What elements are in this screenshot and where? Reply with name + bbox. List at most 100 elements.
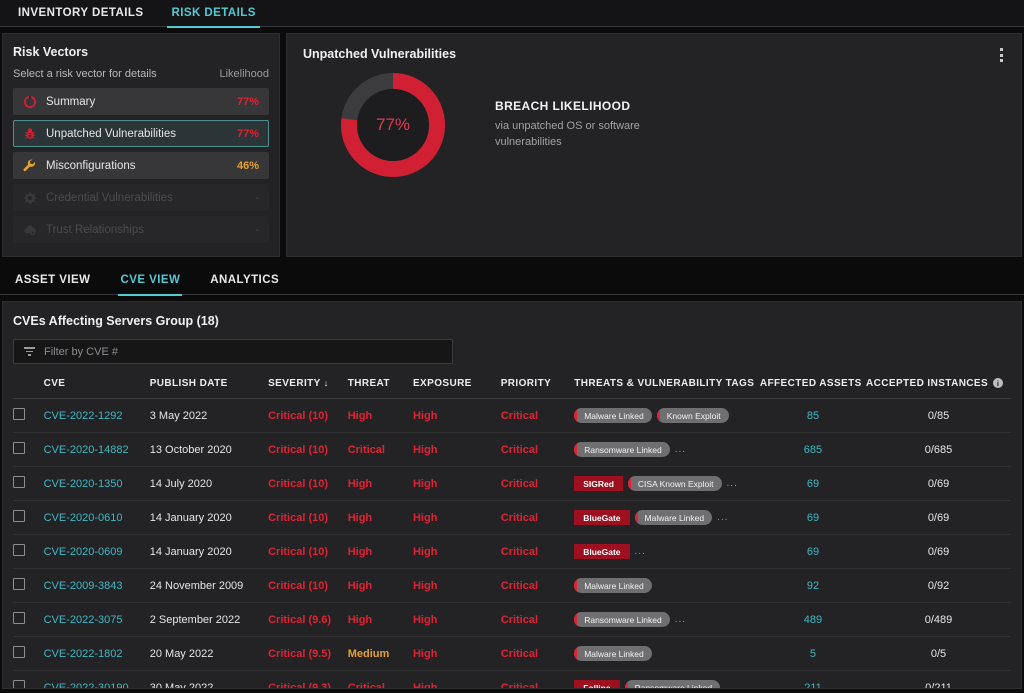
cve-id-cell: CVE-2020-0609: [43, 534, 150, 569]
cve-id-cell: CVE-2022-1292: [43, 398, 150, 433]
cve-link[interactable]: CVE-2020-0609: [44, 546, 123, 558]
tag-pill[interactable]: Malware Linked: [574, 408, 652, 423]
row-checkbox[interactable]: [13, 408, 25, 420]
severity-cell: Critical (10): [268, 534, 348, 569]
publish-date-cell: 3 May 2022: [149, 398, 269, 433]
threat-cell: High: [347, 602, 413, 637]
row-checkbox[interactable]: [13, 442, 25, 454]
column-header-accepted-instances[interactable]: ACCEPTED INSTANCES i: [866, 378, 1011, 399]
column-header-exposure[interactable]: EXPOSURE: [412, 378, 501, 399]
table-row[interactable]: CVE-2022-30190 30 May 2022 Critical (9.3) C…: [13, 670, 1011, 689]
risk-vector-item-unpatched-vulnerabilities[interactable]: Unpatched Vulnerabilities 77%: [13, 120, 269, 147]
cve-link[interactable]: CVE-2022-30190: [44, 682, 129, 689]
cve-link[interactable]: CVE-2022-1802: [44, 648, 123, 660]
row-checkbox[interactable]: [13, 680, 25, 688]
cve-link[interactable]: CVE-2020-1350: [44, 478, 123, 490]
more-tags-ellipsis[interactable]: ...: [675, 614, 686, 625]
tag-pill[interactable]: Malware Linked: [634, 510, 713, 525]
table-row[interactable]: CVE-2020-14882 13 October 2020 Critical (1…: [13, 432, 1011, 467]
accepted-instances-cell: 0/85: [866, 398, 1011, 433]
row-checkbox[interactable]: [13, 612, 25, 624]
row-checkbox[interactable]: [13, 578, 25, 590]
column-header-threat-tags[interactable]: THREATS & VULNERABILITY TAGS: [574, 378, 760, 399]
publish-date-cell: 30 May 2022: [149, 670, 269, 688]
publish-date-cell: 14 January 2020: [149, 500, 269, 535]
column-header-cve[interactable]: CVE: [43, 378, 150, 399]
table-row[interactable]: CVE-2009-3843 24 November 2009 Critical (1…: [13, 568, 1011, 603]
row-checkbox[interactable]: [13, 476, 25, 488]
column-header-publish-date[interactable]: PUBLISH DATE: [149, 378, 269, 399]
cve-filter-box[interactable]: [13, 339, 453, 364]
tab-analytics[interactable]: ANALYTICS: [195, 263, 294, 295]
affected-assets-value[interactable]: 85: [807, 410, 819, 422]
cve-filter-input[interactable]: [44, 345, 442, 358]
row-checkbox[interactable]: [13, 544, 25, 556]
column-header-priority[interactable]: PRIORITY: [500, 378, 575, 399]
affected-assets-value[interactable]: 489: [804, 614, 822, 626]
exposure-cell: High: [412, 602, 501, 637]
tag-pill[interactable]: Malware Linked: [574, 646, 652, 661]
affected-assets-value[interactable]: 69: [807, 478, 819, 490]
affected-assets-value[interactable]: 69: [807, 512, 819, 524]
tag-solid[interactable]: SIGRed: [574, 476, 623, 491]
cve-link[interactable]: CVE-2022-3075: [44, 614, 123, 626]
tab-asset-view[interactable]: ASSET VIEW: [0, 263, 105, 295]
tag-pill[interactable]: Known Exploit: [656, 408, 729, 423]
priority-value: Critical: [500, 443, 539, 456]
affected-assets-value[interactable]: 92: [807, 580, 819, 592]
column-header-affected-assets[interactable]: AFFECTED ASSETS: [759, 378, 867, 399]
cve-table-title: CVEs Affecting Servers Group (18): [13, 314, 219, 328]
threat-cell: High: [347, 568, 413, 603]
more-tags-ellipsis[interactable]: ...: [635, 546, 646, 557]
more-tags-ellipsis[interactable]: ...: [675, 444, 686, 455]
more-tags-ellipsis[interactable]: ...: [725, 682, 736, 688]
column-header-severity[interactable]: SEVERITY ↓: [268, 378, 348, 399]
more-tags-ellipsis[interactable]: ...: [727, 478, 738, 489]
cve-link[interactable]: CVE-2009-3843: [44, 580, 123, 592]
tag-pill[interactable]: Malware Linked: [574, 578, 652, 593]
info-icon[interactable]: i: [993, 378, 1004, 389]
accepted-instances-cell: 0/92: [866, 568, 1011, 603]
accepted-instances-cell: 0/489: [866, 602, 1011, 637]
tab-cve-view[interactable]: CVE VIEW: [105, 263, 195, 296]
affected-assets-value[interactable]: 211: [804, 682, 822, 689]
table-row[interactable]: CVE-2022-3075 2 September 2022 Critical (9…: [13, 602, 1011, 637]
kebab-menu-icon[interactable]: [1000, 48, 1003, 62]
table-row[interactable]: CVE-2020-0610 14 January 2020 Critical (10…: [13, 500, 1011, 535]
tag-solid[interactable]: Follina: [574, 680, 620, 688]
threat-cell: High: [347, 534, 413, 569]
row-checkbox-cell: [13, 500, 44, 535]
risk-details-page: INVENTORY DETAILS RISK DETAILS Risk Vect…: [0, 0, 1024, 693]
tag-pill[interactable]: CISA Known Exploit: [627, 476, 722, 491]
tag-pill[interactable]: Ransomware Linked: [574, 442, 670, 457]
affected-assets-value[interactable]: 5: [810, 648, 816, 660]
risk-vector-item-summary[interactable]: Summary 77%: [13, 88, 269, 115]
cve-link[interactable]: CVE-2020-0610: [44, 512, 123, 524]
affected-assets-value[interactable]: 685: [804, 444, 822, 456]
tab-inventory-details[interactable]: INVENTORY DETAILS: [4, 0, 157, 27]
table-row[interactable]: CVE-2020-0609 14 January 2020 Critical (10…: [13, 534, 1011, 569]
cve-link[interactable]: CVE-2022-1292: [44, 410, 123, 422]
tag-solid[interactable]: BlueGate: [574, 544, 630, 559]
tag-solid[interactable]: BlueGate: [574, 510, 630, 525]
tag-pill[interactable]: Ransomware Linked: [624, 680, 721, 688]
severity-value: Critical (10): [268, 443, 329, 456]
column-header-threat[interactable]: THREAT: [347, 378, 413, 399]
cve-table-card: CVEs Affecting Servers Group (18) CVE PU…: [2, 301, 1022, 689]
more-tags-ellipsis[interactable]: ...: [717, 512, 728, 523]
table-row[interactable]: CVE-2020-1350 14 July 2020 Critical (10) Hi…: [13, 466, 1011, 501]
cve-link[interactable]: CVE-2020-14882: [44, 444, 129, 456]
accepted-instances-value: 0/5: [930, 647, 947, 660]
tag-pill[interactable]: Ransomware Linked: [574, 612, 670, 627]
tab-risk-details[interactable]: RISK DETAILS: [157, 0, 269, 28]
risk-vector-label: Summary: [46, 95, 96, 108]
table-row[interactable]: CVE-2022-1292 3 May 2022 Critical (10) High…: [13, 398, 1011, 433]
affected-assets-value[interactable]: 69: [807, 546, 819, 558]
row-checkbox[interactable]: [13, 646, 25, 658]
publish-date: 20 May 2022: [149, 647, 214, 660]
table-row[interactable]: CVE-2022-1802 20 May 2022 Critical (9.5) Me…: [13, 636, 1011, 671]
row-checkbox[interactable]: [13, 510, 25, 522]
priority-cell: Critical: [500, 466, 575, 501]
tag-accent-bar: [627, 476, 631, 491]
risk-vector-item-misconfigurations[interactable]: Misconfigurations 46%: [13, 152, 269, 179]
